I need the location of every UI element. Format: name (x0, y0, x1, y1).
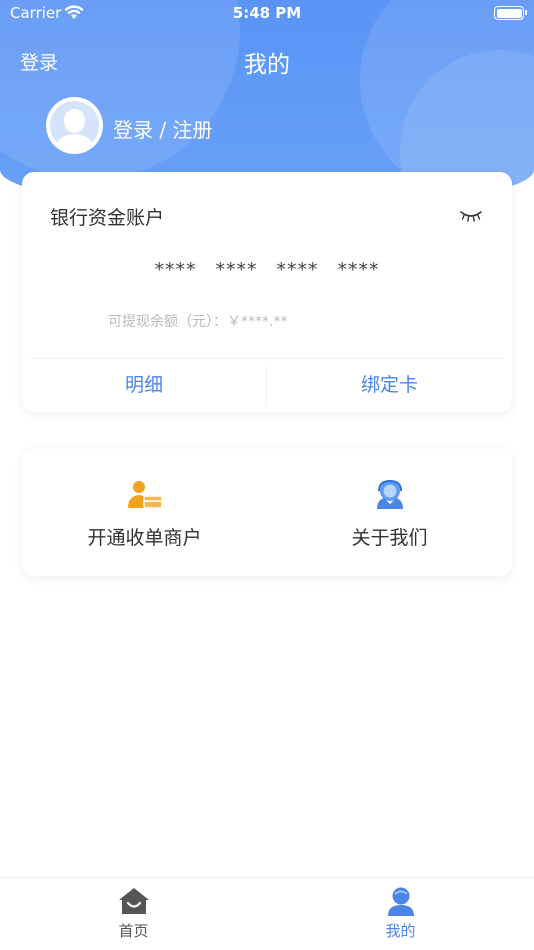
tab-label: 我的 (385, 922, 416, 940)
tab-bar: 首页 我的 (0, 877, 534, 950)
tab-label: 首页 (118, 922, 149, 940)
withdrawable-balance: 可提现余额（元）：￥****.** (108, 314, 288, 330)
merchant-icon (127, 480, 163, 514)
battery-icon (494, 6, 527, 20)
menu-item-label: 关于我们 (351, 527, 428, 549)
tab-home[interactable]: 首页 (0, 878, 267, 950)
profile-screen: Carrier 5:48 PM 登录 我的 登录 / 注册 银行资金账户 ***… (0, 0, 534, 950)
avatar-placeholder-icon (50, 101, 99, 150)
menu-item-label: 开通收单商户 (87, 527, 202, 549)
account-card-title: 银行资金账户 (50, 207, 165, 229)
profile-icon (387, 887, 415, 921)
details-button[interactable]: 明细 (22, 359, 266, 412)
eye-closed-icon[interactable] (459, 208, 483, 227)
bind-card-button[interactable]: 绑定卡 (267, 359, 512, 412)
about-us-icon (374, 479, 406, 514)
open-merchant-menu-item[interactable]: 开通收单商户 (22, 449, 267, 576)
login-register-link[interactable]: 登录 / 注册 (113, 114, 212, 143)
tab-mine[interactable]: 我的 (267, 878, 534, 950)
home-icon (118, 887, 150, 919)
about-us-menu-item[interactable]: 关于我们 (267, 449, 512, 576)
page-title: 我的 (244, 52, 290, 78)
status-bar: Carrier 5:48 PM (0, 0, 534, 28)
bank-account-card: 银行资金账户 **** **** **** **** 可提现余额（元）：￥***… (22, 172, 512, 412)
status-time: 5:48 PM (232, 4, 302, 22)
masked-account-number: **** **** **** **** (154, 259, 380, 281)
avatar[interactable] (46, 97, 103, 154)
menu-card: 开通收单商户 关于我们 (22, 449, 512, 576)
